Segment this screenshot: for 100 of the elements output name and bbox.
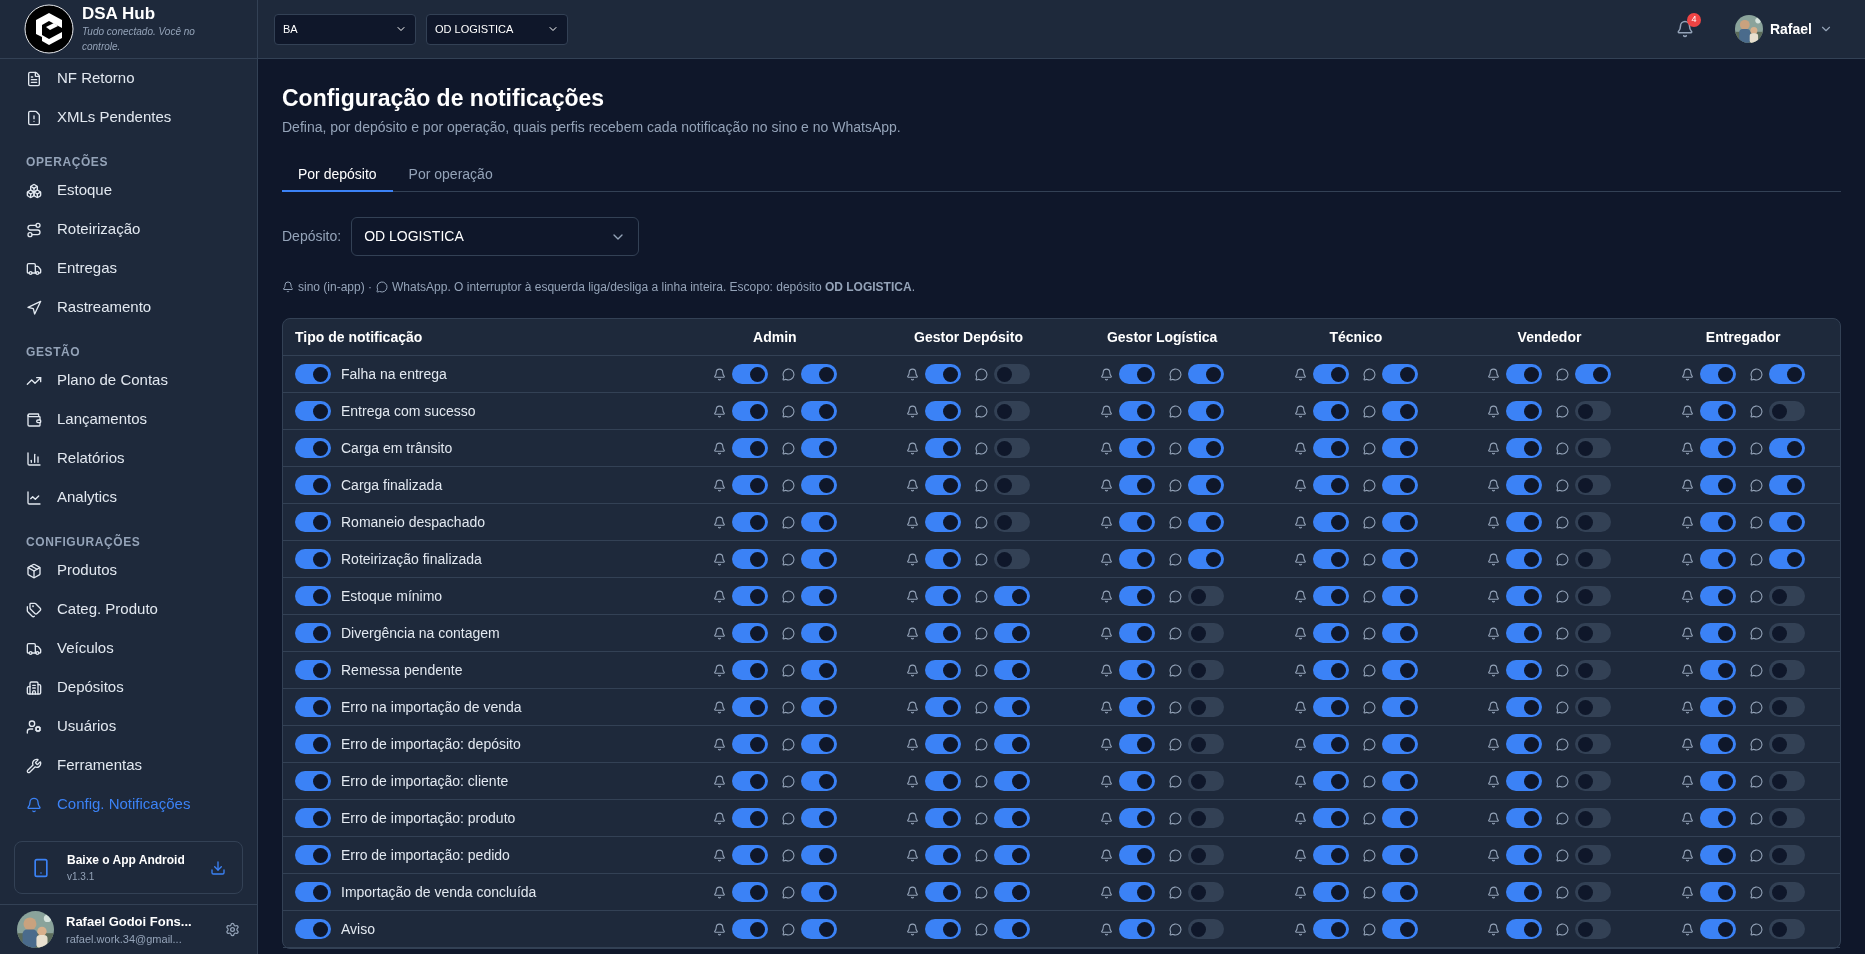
whatsapp-toggle[interactable] [800, 586, 837, 606]
whatsapp-toggle[interactable] [994, 586, 1031, 606]
whatsapp-toggle[interactable] [1769, 512, 1806, 532]
whatsapp-toggle[interactable] [1381, 771, 1418, 791]
whatsapp-toggle[interactable] [1381, 438, 1418, 458]
bell-toggle[interactable] [1506, 438, 1543, 458]
bell-toggle[interactable] [1506, 771, 1543, 791]
whatsapp-toggle[interactable] [994, 512, 1031, 532]
whatsapp-toggle[interactable] [994, 475, 1031, 495]
bell-toggle[interactable] [1119, 364, 1156, 384]
bell-toggle[interactable] [1506, 734, 1543, 754]
whatsapp-toggle[interactable] [1188, 364, 1225, 384]
bell-toggle[interactable] [1312, 882, 1349, 902]
whatsapp-toggle[interactable] [1381, 660, 1418, 680]
bell-toggle[interactable] [1312, 771, 1349, 791]
whatsapp-toggle[interactable] [800, 549, 837, 569]
whatsapp-toggle[interactable] [1575, 660, 1612, 680]
whatsapp-toggle[interactable] [1769, 586, 1806, 606]
whatsapp-toggle[interactable] [994, 919, 1031, 939]
bell-toggle[interactable] [925, 697, 962, 717]
row-toggle[interactable] [295, 734, 331, 754]
whatsapp-toggle[interactable] [800, 919, 837, 939]
sidebar-item[interactable]: Entregas [0, 249, 257, 288]
bell-toggle[interactable] [1119, 919, 1156, 939]
whatsapp-toggle[interactable] [1575, 882, 1612, 902]
bell-toggle[interactable] [1119, 697, 1156, 717]
whatsapp-toggle[interactable] [1769, 845, 1806, 865]
whatsapp-toggle[interactable] [1381, 512, 1418, 532]
row-toggle[interactable] [295, 549, 331, 569]
bell-toggle[interactable] [731, 364, 768, 384]
bell-toggle[interactable] [925, 882, 962, 902]
whatsapp-toggle[interactable] [1769, 734, 1806, 754]
deposit-select[interactable]: OD LOGISTICA [351, 217, 640, 256]
sidebar-item[interactable]: Ferramentas [0, 746, 257, 785]
whatsapp-toggle[interactable] [1381, 697, 1418, 717]
whatsapp-toggle[interactable] [1188, 734, 1225, 754]
bell-toggle[interactable] [1506, 845, 1543, 865]
whatsapp-toggle[interactable] [1381, 808, 1418, 828]
whatsapp-toggle[interactable] [1769, 660, 1806, 680]
bell-toggle[interactable] [1312, 438, 1349, 458]
whatsapp-toggle[interactable] [1188, 623, 1225, 643]
bell-toggle[interactable] [925, 623, 962, 643]
bell-toggle[interactable] [1119, 771, 1156, 791]
row-toggle[interactable] [295, 660, 331, 680]
whatsapp-toggle[interactable] [1769, 549, 1806, 569]
whatsapp-toggle[interactable] [1769, 808, 1806, 828]
sidebar-item[interactable]: Config. Notificações [0, 785, 257, 824]
bell-toggle[interactable] [1119, 660, 1156, 680]
bell-toggle[interactable] [731, 808, 768, 828]
whatsapp-toggle[interactable] [1188, 549, 1225, 569]
bell-toggle[interactable] [731, 660, 768, 680]
bell-toggle[interactable] [1119, 808, 1156, 828]
bell-toggle[interactable] [1119, 549, 1156, 569]
bell-toggle[interactable] [925, 512, 962, 532]
sidebar-item[interactable]: Usuários [0, 707, 257, 746]
bell-toggle[interactable] [1700, 882, 1737, 902]
whatsapp-toggle[interactable] [1769, 919, 1806, 939]
whatsapp-toggle[interactable] [1188, 808, 1225, 828]
whatsapp-toggle[interactable] [800, 438, 837, 458]
bell-toggle[interactable] [1312, 808, 1349, 828]
bell-toggle[interactable] [1312, 475, 1349, 495]
sidebar-item[interactable]: NF Retorno [0, 59, 257, 98]
bell-toggle[interactable] [1312, 549, 1349, 569]
row-toggle[interactable] [295, 586, 331, 606]
whatsapp-toggle[interactable] [994, 623, 1031, 643]
whatsapp-toggle[interactable] [994, 882, 1031, 902]
bell-toggle[interactable] [1119, 845, 1156, 865]
bell-toggle[interactable] [1119, 438, 1156, 458]
whatsapp-toggle[interactable] [1575, 586, 1612, 606]
whatsapp-toggle[interactable] [1575, 734, 1612, 754]
bell-toggle[interactable] [925, 475, 962, 495]
sidebar-item[interactable]: Analytics [0, 478, 257, 517]
bell-toggle[interactable] [1119, 882, 1156, 902]
bell-toggle[interactable] [1312, 401, 1349, 421]
sidebar-item[interactable]: XMLs Pendentes [0, 98, 257, 137]
bell-toggle[interactable] [1506, 660, 1543, 680]
bell-toggle[interactable] [731, 512, 768, 532]
bell-toggle[interactable] [1312, 586, 1349, 606]
sidebar-item[interactable]: Produtos [0, 551, 257, 590]
bell-toggle[interactable] [925, 845, 962, 865]
whatsapp-toggle[interactable] [1575, 845, 1612, 865]
whatsapp-toggle[interactable] [800, 882, 837, 902]
sidebar-item[interactable]: Relatórios [0, 439, 257, 478]
bell-toggle[interactable] [1700, 475, 1737, 495]
whatsapp-toggle[interactable] [994, 845, 1031, 865]
whatsapp-toggle[interactable] [800, 845, 837, 865]
whatsapp-toggle[interactable] [800, 364, 837, 384]
bell-toggle[interactable] [731, 734, 768, 754]
whatsapp-toggle[interactable] [994, 660, 1031, 680]
bell-toggle[interactable] [1312, 512, 1349, 532]
whatsapp-toggle[interactable] [1769, 882, 1806, 902]
whatsapp-toggle[interactable] [1381, 401, 1418, 421]
whatsapp-toggle[interactable] [1575, 512, 1612, 532]
whatsapp-toggle[interactable] [1381, 475, 1418, 495]
bell-toggle[interactable] [731, 401, 768, 421]
whatsapp-toggle[interactable] [1575, 475, 1612, 495]
whatsapp-toggle[interactable] [800, 475, 837, 495]
whatsapp-toggle[interactable] [1381, 845, 1418, 865]
sidebar-item[interactable]: Lançamentos [0, 400, 257, 439]
whatsapp-toggle[interactable] [994, 734, 1031, 754]
